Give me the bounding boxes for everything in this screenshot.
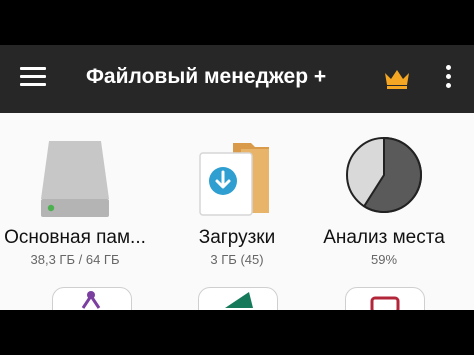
green-icon [225, 292, 253, 308]
tile-label: Основная пам... [4, 227, 146, 248]
hamburger-menu-icon[interactable] [20, 67, 46, 89]
share-icon [81, 291, 101, 309]
tile-partial-3[interactable] [345, 287, 425, 310]
app-title: Файловый менеджер + [86, 65, 327, 88]
more-vert-icon[interactable] [440, 65, 456, 91]
tile-space-analysis[interactable]: Анализ места 59% [309, 135, 459, 275]
tile-label: Загрузки [198, 227, 276, 248]
pie-chart-icon [344, 135, 424, 221]
crown-icon[interactable] [383, 67, 411, 91]
tile-subtitle: 3 ГБ (45) [210, 252, 264, 267]
tile-label: Анализ места [323, 227, 445, 248]
red-icon [370, 296, 400, 310]
tile-downloads[interactable]: Загрузки 3 ГБ (45) [162, 135, 312, 275]
tile-partial-2[interactable] [198, 287, 278, 310]
app-screen: Файловый менеджер + Основная пам... 38,3… [0, 45, 474, 310]
storage-drive-icon [35, 135, 115, 221]
app-bar: Файловый менеджер + [0, 45, 474, 113]
tile-internal-storage[interactable]: Основная пам... 38,3 ГБ / 64 ГБ [0, 135, 150, 275]
tile-subtitle: 38,3 ГБ / 64 ГБ [30, 252, 120, 267]
downloads-folder-icon [197, 135, 277, 221]
tile-subtitle: 59% [370, 252, 398, 267]
tile-partial-1[interactable] [52, 287, 132, 310]
